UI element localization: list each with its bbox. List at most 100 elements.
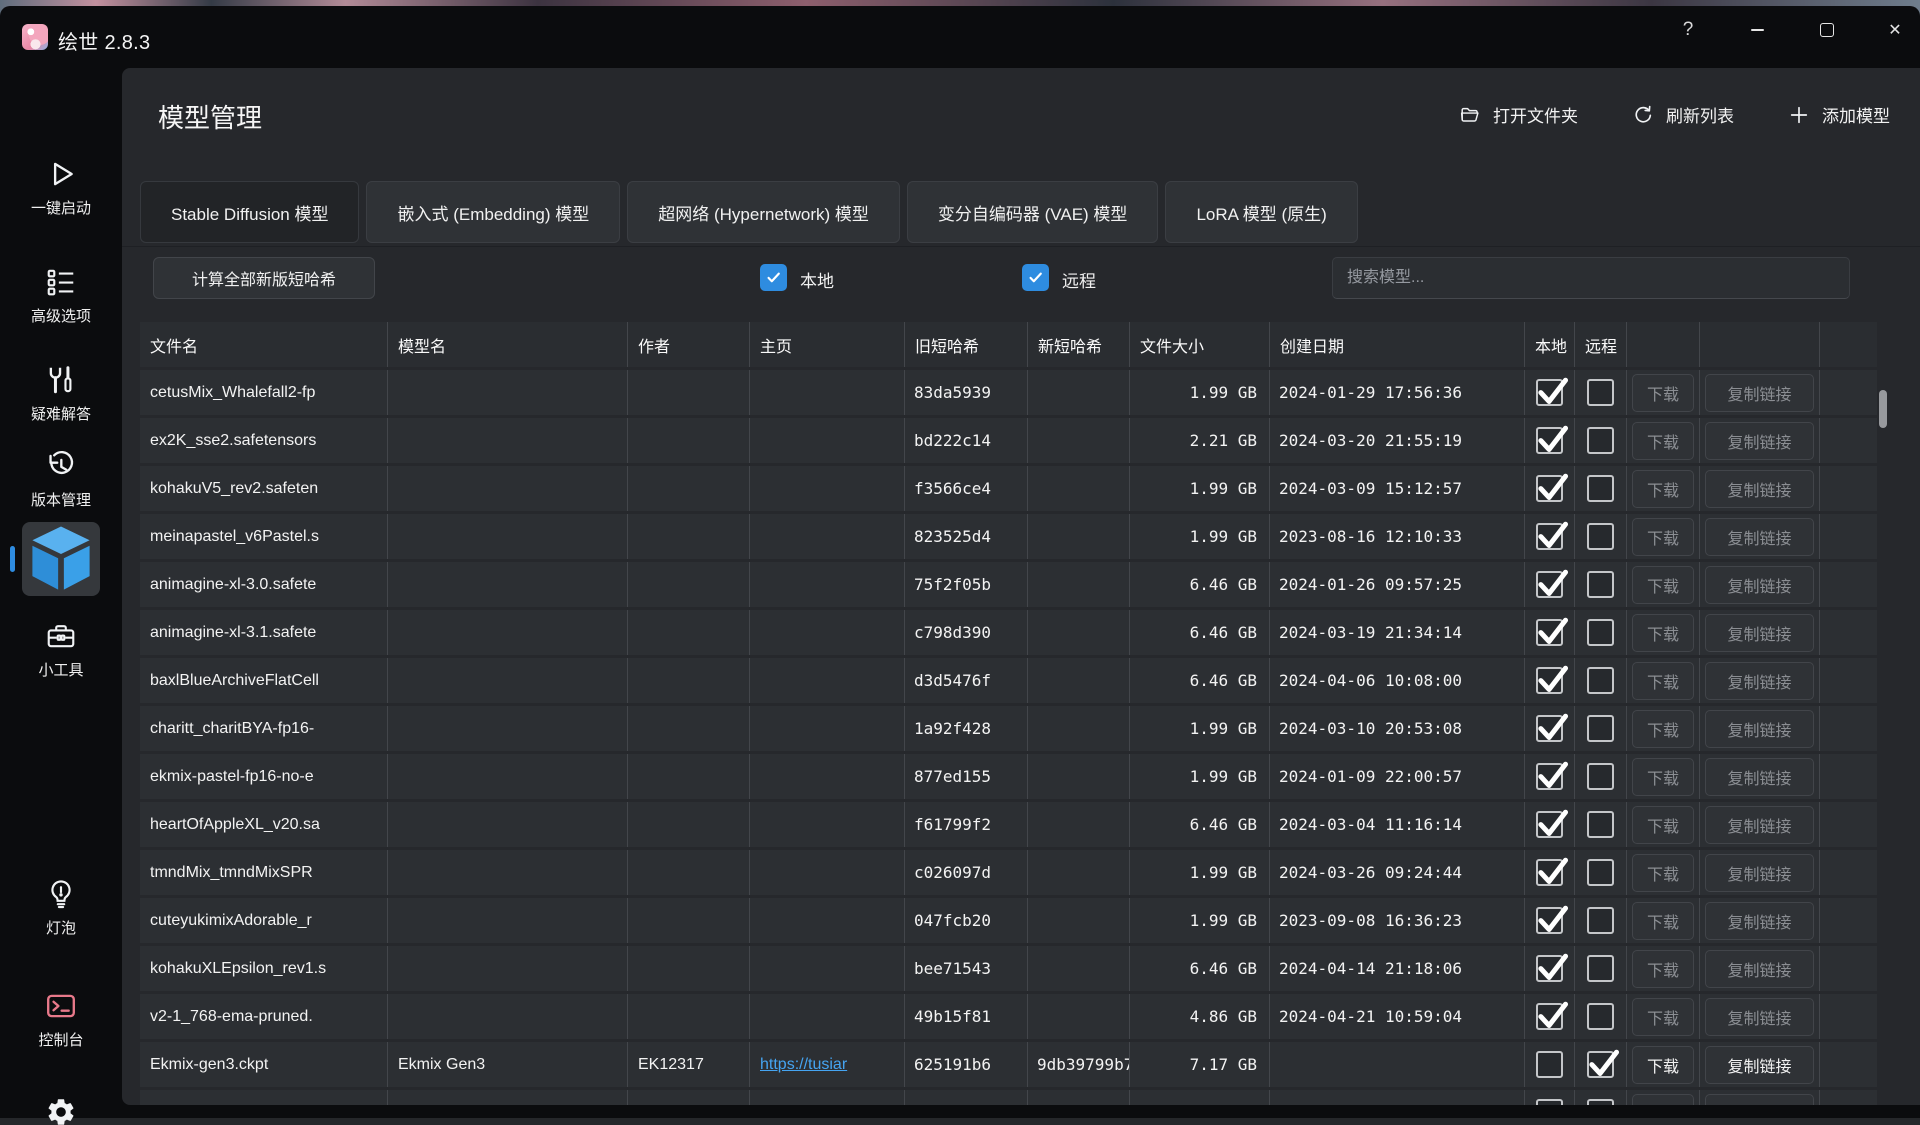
table-row[interactable]: animagine-xl-3.1.safetec798d3906.46 GB20… — [140, 610, 1877, 655]
sidebar-item-troubleshooting[interactable]: 疑难解答 — [0, 364, 122, 424]
remote-checkbox[interactable] — [1587, 955, 1614, 982]
table-row[interactable]: heartOfAppleXL_v20.saf61799f26.46 GB2024… — [140, 802, 1877, 847]
local-checkbox[interactable] — [1536, 619, 1563, 646]
local-checkbox[interactable] — [1536, 1099, 1563, 1105]
sidebar-item-console[interactable]: 控制台 — [0, 990, 122, 1050]
remote-checkbox[interactable] — [1587, 523, 1614, 550]
download-button[interactable]: 下载 — [1632, 422, 1694, 460]
local-checkbox[interactable] — [1536, 859, 1563, 886]
remote-checkbox[interactable] — [1587, 859, 1614, 886]
copy-link-button[interactable]: 复制链接 — [1705, 710, 1814, 748]
table-row[interactable]: charitt_charitBYA-fp16-1a92f4281.99 GB20… — [140, 706, 1877, 751]
download-button[interactable]: 下载 — [1632, 998, 1694, 1036]
tab-stable-diffusion[interactable]: Stable Diffusion 模型 — [140, 181, 359, 243]
download-button[interactable]: 下载 — [1632, 470, 1694, 508]
remote-checkbox[interactable] — [1587, 571, 1614, 598]
local-checkbox[interactable] — [1536, 715, 1563, 742]
download-button[interactable]: 下载 — [1632, 1094, 1694, 1106]
refresh-list-button[interactable]: 刷新列表 — [1632, 102, 1734, 127]
local-checkbox[interactable] — [1536, 571, 1563, 598]
vertical-scrollbar[interactable] — [1879, 390, 1887, 428]
remote-filter-checkbox[interactable] — [1022, 264, 1049, 291]
add-model-button[interactable]: 添加模型 — [1788, 102, 1890, 127]
local-checkbox[interactable] — [1536, 955, 1563, 982]
tab-lora[interactable]: LoRA 模型 (原生) — [1165, 181, 1357, 243]
copy-link-button[interactable]: 复制链接 — [1705, 806, 1814, 844]
copy-link-button[interactable]: 复制链接 — [1705, 374, 1814, 412]
download-button[interactable]: 下载 — [1632, 758, 1694, 796]
local-checkbox[interactable] — [1536, 523, 1563, 550]
minimize-button[interactable] — [1734, 9, 1780, 51]
table-row[interactable]: kohakuXLEpsilon_rev1.sbee715436.46 GB202… — [140, 946, 1877, 991]
remote-checkbox[interactable] — [1587, 1003, 1614, 1030]
remote-checkbox[interactable] — [1587, 1051, 1614, 1078]
download-button[interactable]: 下载 — [1632, 662, 1694, 700]
remote-checkbox[interactable] — [1587, 379, 1614, 406]
remote-checkbox[interactable] — [1587, 667, 1614, 694]
homepage-link[interactable]: https://tusiar — [750, 1056, 847, 1074]
tab-vae[interactable]: 变分自编码器 (VAE) 模型 — [907, 181, 1159, 243]
sidebar-item-one-click-launch[interactable]: 一键启动 — [0, 158, 122, 218]
copy-link-button[interactable]: 复制链接 — [1705, 854, 1814, 892]
tab-embedding[interactable]: 嵌入式 (Embedding) 模型 — [366, 181, 620, 243]
local-checkbox[interactable] — [1536, 907, 1563, 934]
help-button[interactable]: ? — [1665, 9, 1711, 51]
remote-checkbox[interactable] — [1587, 427, 1614, 454]
table-row[interactable]: cuteyukimixAdorable_r047fcb201.99 GB2023… — [140, 898, 1877, 943]
table-row[interactable]: animagine-xl-3.0.safete75f2f05b6.46 GB20… — [140, 562, 1877, 607]
copy-link-button[interactable]: 复制链接 — [1705, 902, 1814, 940]
remote-checkbox[interactable] — [1587, 619, 1614, 646]
local-checkbox[interactable] — [1536, 667, 1563, 694]
table-row[interactable]: tmndMix_tmndMixSPRc026097d1.99 GB2024-03… — [140, 850, 1877, 895]
table-row[interactable]: 下载复制链接 — [140, 1090, 1877, 1105]
sidebar-item-advanced-options[interactable]: 高级选项 — [0, 266, 122, 326]
tab-hypernetwork[interactable]: 超网络 (Hypernetwork) 模型 — [627, 181, 900, 243]
search-input[interactable] — [1332, 257, 1850, 299]
remote-checkbox[interactable] — [1587, 1099, 1614, 1105]
sidebar-item-settings[interactable]: 设置 — [0, 1096, 122, 1125]
sidebar-item-small-tools[interactable]: 小工具 — [0, 620, 122, 680]
sidebar-item-lightbulb[interactable]: 灯泡 — [0, 878, 122, 938]
table-row[interactable]: ekmix-pastel-fp16-no-e877ed1551.99 GB202… — [140, 754, 1877, 799]
copy-link-button[interactable]: 复制链接 — [1705, 758, 1814, 796]
table-row[interactable]: cetusMix_Whalefall2-fp83da59391.99 GB202… — [140, 370, 1877, 415]
remote-checkbox[interactable] — [1587, 811, 1614, 838]
remote-checkbox[interactable] — [1587, 907, 1614, 934]
copy-link-button[interactable]: 复制链接 — [1705, 614, 1814, 652]
copy-link-button[interactable]: 复制链接 — [1705, 518, 1814, 556]
open-folder-button[interactable]: 打开文件夹 — [1459, 102, 1578, 127]
download-button[interactable]: 下载 — [1632, 566, 1694, 604]
local-checkbox[interactable] — [1536, 379, 1563, 406]
local-checkbox[interactable] — [1536, 811, 1563, 838]
compute-hash-button[interactable]: 计算全部新版短哈希 — [153, 257, 375, 299]
local-checkbox[interactable] — [1536, 1003, 1563, 1030]
download-button[interactable]: 下载 — [1632, 710, 1694, 748]
remote-checkbox[interactable] — [1587, 715, 1614, 742]
local-checkbox[interactable] — [1536, 1051, 1563, 1078]
copy-link-button[interactable]: 复制链接 — [1705, 998, 1814, 1036]
download-button[interactable]: 下载 — [1632, 902, 1694, 940]
copy-link-button[interactable]: 复制链接 — [1705, 950, 1814, 988]
remote-checkbox[interactable] — [1587, 475, 1614, 502]
table-row[interactable]: ex2K_sse2.safetensorsbd222c142.21 GB2024… — [140, 418, 1877, 463]
download-button[interactable]: 下载 — [1632, 614, 1694, 652]
sidebar-item-version-management[interactable]: 版本管理 — [0, 450, 122, 510]
copy-link-button[interactable]: 复制链接 — [1705, 1046, 1814, 1084]
download-button[interactable]: 下载 — [1632, 1046, 1694, 1084]
table-row[interactable]: meinapastel_v6Pastel.s823525d41.99 GB202… — [140, 514, 1877, 559]
copy-link-button[interactable]: 复制链接 — [1705, 1094, 1814, 1106]
local-filter-checkbox[interactable] — [760, 264, 787, 291]
copy-link-button[interactable]: 复制链接 — [1705, 422, 1814, 460]
copy-link-button[interactable]: 复制链接 — [1705, 470, 1814, 508]
local-checkbox[interactable] — [1536, 475, 1563, 502]
download-button[interactable]: 下载 — [1632, 374, 1694, 412]
table-row[interactable]: baxlBlueArchiveFlatCelld3d5476f6.46 GB20… — [140, 658, 1877, 703]
table-row[interactable]: kohakuV5_rev2.safetenf3566ce41.99 GB2024… — [140, 466, 1877, 511]
download-button[interactable]: 下载 — [1632, 806, 1694, 844]
copy-link-button[interactable]: 复制链接 — [1705, 566, 1814, 604]
download-button[interactable]: 下载 — [1632, 950, 1694, 988]
remote-checkbox[interactable] — [1587, 763, 1614, 790]
local-checkbox[interactable] — [1536, 763, 1563, 790]
table-row[interactable]: v2-1_768-ema-pruned.49b15f814.86 GB2024-… — [140, 994, 1877, 1039]
sidebar-item-model-management[interactable] — [22, 522, 100, 596]
